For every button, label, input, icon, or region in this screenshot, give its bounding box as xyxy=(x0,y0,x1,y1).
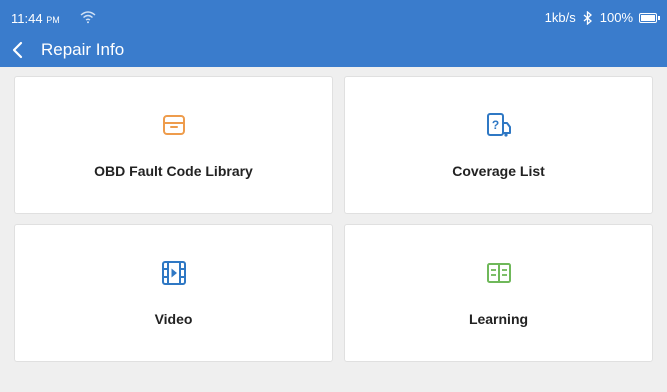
wifi-icon xyxy=(80,11,96,24)
page-title: Repair Info xyxy=(41,40,125,59)
learning-label: Learning xyxy=(468,311,529,327)
back-arrow-icon[interactable] xyxy=(6,38,30,62)
obd-fault-code-library-card[interactable]: OBD Fault Code Library xyxy=(14,76,333,214)
video-label: Video xyxy=(154,311,193,327)
bluetooth-icon xyxy=(583,10,592,25)
battery-percent: 100% xyxy=(599,10,633,25)
question-vehicle-icon: ? xyxy=(486,113,511,137)
battery-icon xyxy=(639,12,660,23)
app-header: 11:44 PM 1kb/s 100% Repair Info xyxy=(0,0,667,67)
status-time: 11:44 PM xyxy=(11,11,60,26)
open-book-icon xyxy=(486,263,511,283)
film-play-icon xyxy=(161,261,186,285)
status-right: 1kb/s 100% xyxy=(544,10,660,25)
learning-card[interactable]: Learning xyxy=(344,224,653,362)
video-card[interactable]: Video xyxy=(14,224,333,362)
time-text: 11:44 xyxy=(11,11,43,26)
obd-fault-code-library-label: OBD Fault Code Library xyxy=(94,163,253,179)
archive-box-icon xyxy=(162,115,185,135)
svg-text:?: ? xyxy=(491,118,498,132)
status-bar: 11:44 PM 1kb/s 100% xyxy=(0,0,667,34)
network-speed: 1kb/s xyxy=(544,10,576,25)
coverage-list-label: Coverage List xyxy=(452,163,545,179)
title-bar: Repair Info xyxy=(0,34,667,67)
coverage-list-card[interactable]: ? Coverage List xyxy=(344,76,653,214)
ampm-text: PM xyxy=(46,15,60,25)
